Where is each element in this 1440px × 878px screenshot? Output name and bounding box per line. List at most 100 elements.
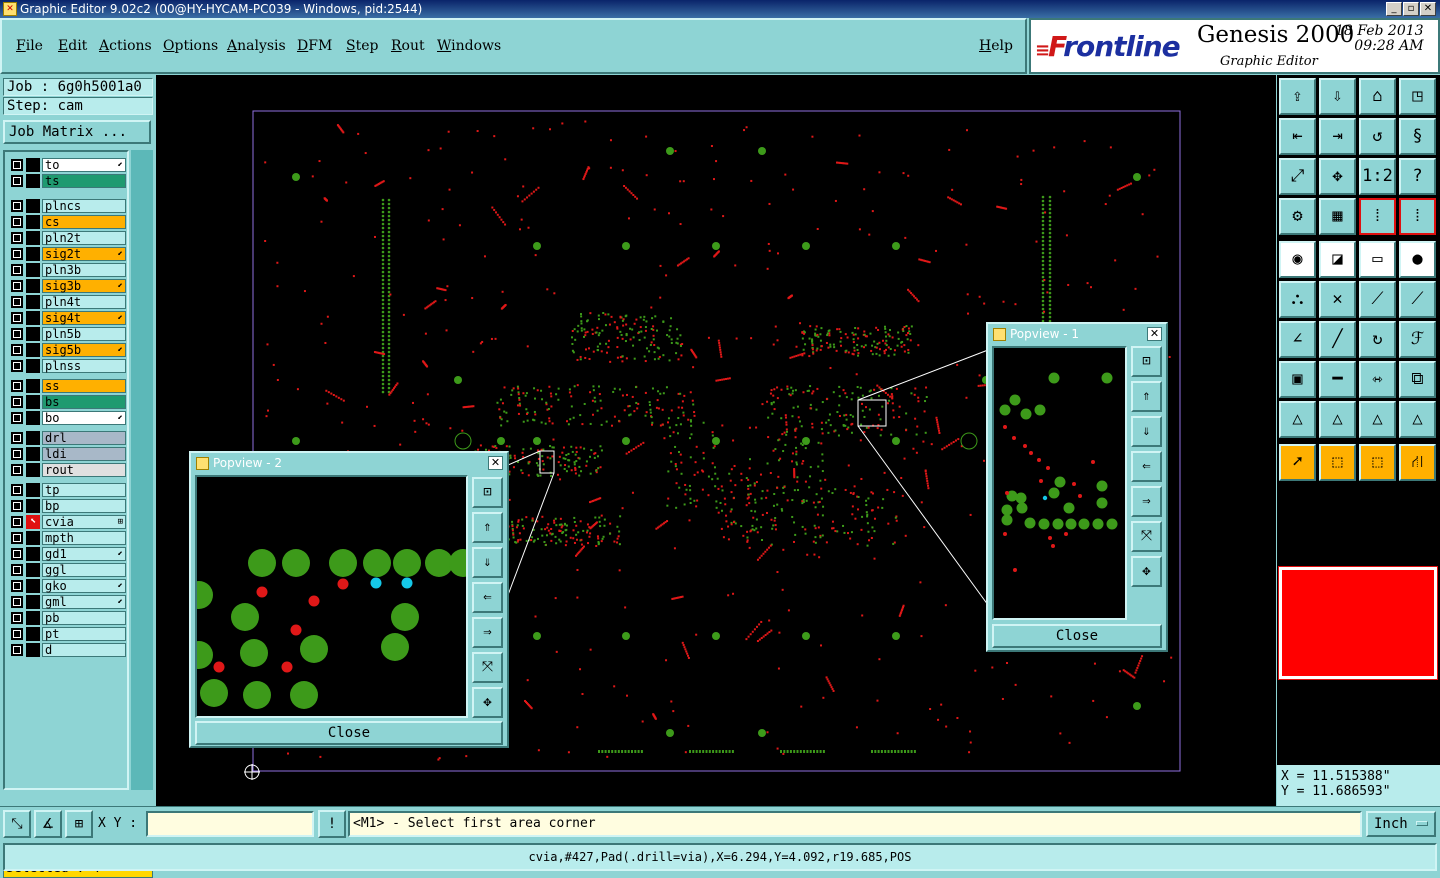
layer-checkbox[interactable] <box>11 548 23 560</box>
layer-affected-toggle[interactable] <box>26 447 40 461</box>
layer-name[interactable]: cs <box>42 215 126 229</box>
redraw-icon[interactable]: ↺ <box>1359 118 1396 155</box>
zoom-in-icon[interactable]: ⤧ <box>1131 521 1162 552</box>
layer-name[interactable]: pb <box>42 611 126 625</box>
connect-icon[interactable]: ⛬ <box>1279 281 1316 318</box>
dimension-icon[interactable]: ⇿ <box>1359 361 1396 398</box>
zoom-home-icon[interactable]: ⊡ <box>1131 346 1162 377</box>
zoom-out-icon[interactable]: ✥ <box>1319 158 1356 195</box>
layer-row-bs[interactable]: bs <box>9 395 127 409</box>
layer-affected-toggle[interactable] <box>26 547 40 561</box>
layer-row-ss[interactable]: ss <box>9 379 127 393</box>
arc-icon[interactable]: ↻ <box>1359 321 1396 358</box>
layer-row-pln2t[interactable]: pln2t <box>9 231 127 245</box>
alert-button[interactable]: ! <box>318 810 346 838</box>
layer-checkbox[interactable] <box>11 464 23 476</box>
layer-affected-toggle[interactable] <box>26 327 40 341</box>
layer-affected-toggle[interactable] <box>26 158 40 172</box>
minimize-button[interactable]: _ <box>1386 2 1402 16</box>
layer-checkbox[interactable] <box>11 344 23 356</box>
layer-row-sig3b[interactable]: sig3b ⬋ <box>9 279 127 293</box>
delete-icon[interactable]: ✕ <box>1319 281 1356 318</box>
layer-checkbox[interactable] <box>11 596 23 608</box>
layer-row-rout[interactable]: rout <box>9 463 127 477</box>
layer-checkbox[interactable] <box>11 312 23 324</box>
text-icon[interactable]: ℱ <box>1399 321 1436 358</box>
popview-2-close-icon[interactable]: ✕ <box>488 456 503 470</box>
layer-checkbox[interactable] <box>11 516 23 528</box>
layer-affected-toggle[interactable] <box>26 395 40 409</box>
grid-snap-icon[interactable]: ⊞ <box>65 810 93 838</box>
layer-affected-toggle[interactable] <box>26 611 40 625</box>
layer-affected-toggle[interactable] <box>26 579 40 593</box>
menu-analysis[interactable]: Analysis <box>227 38 286 54</box>
layer-name[interactable]: gko ⬋ <box>42 579 126 593</box>
layer-checkbox[interactable] <box>11 232 23 244</box>
layer-affected-toggle[interactable] <box>26 174 40 188</box>
layer-checkbox[interactable] <box>11 159 23 171</box>
layer-name[interactable]: pln3b <box>42 263 126 277</box>
layer-checkbox[interactable] <box>11 412 23 424</box>
popview-1-titlebar[interactable]: Popview - 1 ✕ <box>990 326 1164 343</box>
select-area-icon[interactable]: ⬚ <box>1359 444 1396 481</box>
layer-checkbox[interactable] <box>11 580 23 592</box>
layer-row-mpth[interactable]: mpth <box>9 531 127 545</box>
layer-row-sig2t[interactable]: sig2t ⬋ <box>9 247 127 261</box>
layer-checkbox[interactable] <box>11 264 23 276</box>
layer-affected-toggle[interactable] <box>26 311 40 325</box>
zoom-in-icon[interactable]: ⤢ <box>1279 158 1316 195</box>
layer-row-bp[interactable]: bp <box>9 499 127 513</box>
layer-name[interactable]: drl <box>42 431 126 445</box>
layer-checkbox[interactable] <box>11 216 23 228</box>
popview-2-window[interactable]: Popview - 2 ✕ ⊡ ⇑ ⇓ ⇐ ⇒ ⤧ ✥ Close <box>189 451 509 748</box>
layer-name[interactable]: pln5b <box>42 327 126 341</box>
maximize-button[interactable]: ▫ <box>1403 2 1419 16</box>
layer-name[interactable]: pln2t <box>42 231 126 245</box>
layer-name[interactable]: bo ⬋ <box>42 411 126 425</box>
layer-affected-toggle[interactable] <box>26 483 40 497</box>
select-arrow-icon[interactable]: ➚ <box>1279 444 1316 481</box>
layer-name[interactable]: ggl <box>42 563 126 577</box>
job-matrix-button[interactable]: Job Matrix ... <box>3 120 151 144</box>
layer-name[interactable]: mpth <box>42 531 126 545</box>
layer-checkbox[interactable] <box>11 248 23 260</box>
layer-affected-toggle[interactable] <box>26 247 40 261</box>
line-icon[interactable]: ╱ <box>1319 321 1356 358</box>
net-select-icon[interactable]: ⁞ <box>1359 198 1396 235</box>
layer-affected-toggle[interactable] <box>26 563 40 577</box>
layer-row-pt[interactable]: pt <box>9 627 127 641</box>
layer-row-drl[interactable]: drl <box>9 431 127 445</box>
zoom-out-icon[interactable]: ✥ <box>472 687 503 718</box>
menu-rout[interactable]: Rout <box>391 38 425 54</box>
net-highlight-icon[interactable]: ⁞ <box>1399 198 1436 235</box>
pan-right-icon[interactable]: ⇥ <box>1319 118 1356 155</box>
menu-options[interactable]: Options <box>163 38 218 54</box>
layer-row-to[interactable]: to ⬋ <box>9 158 127 172</box>
cutout-icon[interactable]: △ <box>1399 401 1436 438</box>
layer-checkbox[interactable] <box>11 380 23 392</box>
pan-right-icon[interactable]: ⇒ <box>1131 486 1162 517</box>
menu-actions[interactable]: Actions <box>99 38 152 54</box>
layer-name[interactable]: to ⬋ <box>42 158 126 172</box>
layer-row-bo[interactable]: bo ⬋ <box>9 411 127 425</box>
polygon-icon[interactable]: △ <box>1319 401 1356 438</box>
layer-affected-toggle[interactable] <box>26 431 40 445</box>
menu-file[interactable]: File <box>16 38 43 54</box>
layer-name[interactable]: gml ⬋ <box>42 595 126 609</box>
measure-icon[interactable]: ◪ <box>1319 241 1356 278</box>
layer-name[interactable]: d <box>42 643 126 657</box>
pan-left-icon[interactable]: ⇤ <box>1279 118 1316 155</box>
open-job-icon[interactable]: ⇪ <box>1279 78 1316 115</box>
layer-checkbox[interactable] <box>11 484 23 496</box>
layer-affected-toggle[interactable] <box>26 215 40 229</box>
popview-1-close-icon[interactable]: ✕ <box>1147 327 1162 341</box>
layer-name[interactable]: ss <box>42 379 126 393</box>
select-box-icon[interactable]: ⬚ <box>1319 444 1356 481</box>
layer-name[interactable]: cvia ⊞ <box>42 515 126 529</box>
measure-mode-icon[interactable]: ∡ <box>34 810 62 838</box>
layer-checkbox[interactable] <box>11 612 23 624</box>
layer-checkbox[interactable] <box>11 628 23 640</box>
layer-row-cs[interactable]: cs <box>9 215 127 229</box>
layer-affected-toggle[interactable] <box>26 627 40 641</box>
popview-2-titlebar[interactable]: Popview - 2 ✕ <box>193 455 505 472</box>
